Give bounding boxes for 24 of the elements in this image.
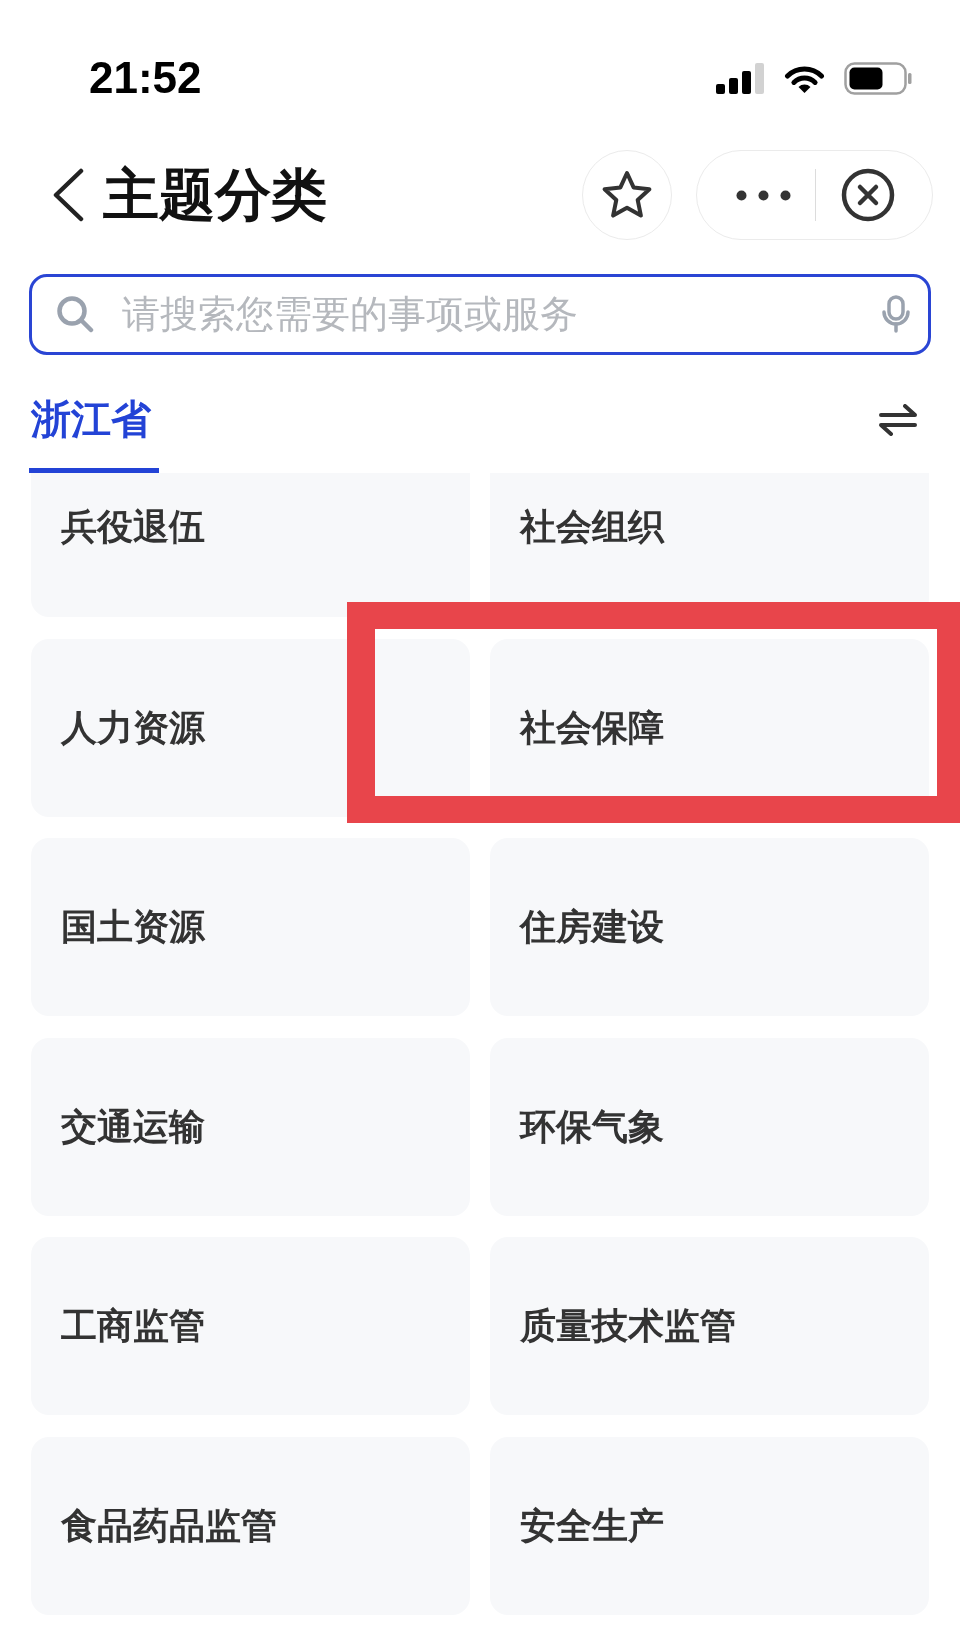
category-card[interactable]: 环保气象 bbox=[490, 1037, 929, 1216]
back-icon bbox=[52, 168, 84, 222]
battery-icon bbox=[844, 61, 912, 95]
category-card[interactable]: 交通运输 bbox=[31, 1037, 470, 1216]
close-icon bbox=[841, 168, 895, 222]
swap-button[interactable] bbox=[879, 404, 917, 436]
back-button[interactable] bbox=[52, 168, 84, 222]
category-card[interactable]: 国土资源 bbox=[31, 838, 470, 1016]
status-time: 21:52 bbox=[89, 56, 202, 100]
category-card[interactable]: 质量技术监管 bbox=[490, 1237, 929, 1415]
page-title: 主题分类 bbox=[103, 165, 327, 225]
search-field[interactable]: 请搜索您需要的事项或服务 bbox=[29, 274, 931, 355]
category-card[interactable]: 工商监管 bbox=[31, 1237, 470, 1415]
category-card[interactable]: 住房建设 bbox=[490, 838, 929, 1016]
category-card[interactable]: 人力资源 bbox=[31, 638, 470, 817]
swap-icon bbox=[879, 404, 917, 436]
search-icon bbox=[56, 295, 94, 333]
category-card[interactable]: 安全生产 bbox=[490, 1436, 929, 1615]
star-icon bbox=[601, 170, 653, 220]
ellipsis-icon bbox=[735, 189, 791, 201]
microphone-icon bbox=[881, 295, 911, 333]
category-card[interactable]: 兵役退伍 bbox=[31, 473, 470, 617]
signal-icon bbox=[716, 62, 765, 94]
category-card[interactable]: 食品药品监管 bbox=[31, 1436, 470, 1615]
